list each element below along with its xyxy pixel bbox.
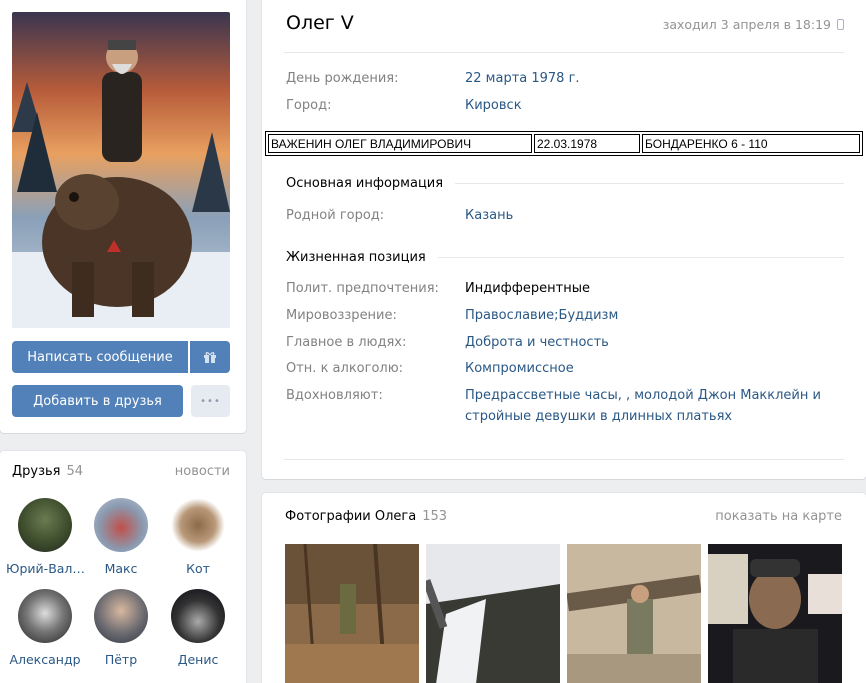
send-message-button[interactable]: Написать сообщение	[12, 341, 188, 373]
last-seen-text: заходил 3 апреля в 18:19	[662, 17, 831, 32]
friends-count: 54	[66, 464, 84, 479]
friend-name[interactable]: Пётр	[82, 652, 160, 667]
gift-icon	[204, 352, 216, 363]
photo-thumbnail[interactable]	[567, 544, 701, 683]
photos-title: Фотографии Олега	[285, 509, 417, 524]
info-label: Полит. предпочтения:	[286, 281, 439, 296]
profile-info-card: Олег V заходил 3 апреля в 18:19 День рож…	[262, 0, 866, 479]
photos-card: Фотографии Олега 153 показать на карте	[262, 493, 866, 683]
info-label: Отн. к алкоголю:	[286, 361, 404, 376]
friend-item[interactable]: Пётр	[82, 589, 160, 667]
gift-button[interactable]	[190, 341, 230, 373]
dossier-name-cell: ВАЖЕНИН ОЛЕГ ВЛАДИМИРОВИЧ	[268, 134, 532, 153]
last-seen-status: заходил 3 апреля в 18:19	[663, 17, 844, 32]
avatar-card: Написать сообщение Добавить в друзья •••	[0, 0, 246, 433]
info-value-link[interactable]: Православие;Буддизм	[465, 305, 618, 327]
friend-item[interactable]: Кот	[159, 498, 237, 576]
dossier-table: ВАЖЕНИН ОЛЕГ ВЛАДИМИРОВИЧ 22.03.1978 БОН…	[265, 131, 863, 156]
friend-item[interactable]: Юрий-Вал…	[6, 498, 84, 576]
info-value: Индифферентные	[465, 281, 590, 296]
info-value-link[interactable]: Компромиссное	[465, 358, 574, 380]
info-label: Город:	[286, 98, 332, 113]
friend-name[interactable]: Александр	[6, 652, 84, 667]
friend-item[interactable]: Денис	[159, 589, 237, 667]
section-title: Жизненная позиция	[286, 250, 426, 265]
divider	[284, 459, 844, 460]
dossier-address-cell: БОНДАРЕНКО 6 - 110	[642, 134, 860, 153]
add-friend-button[interactable]: Добавить в друзья	[12, 385, 183, 417]
friend-name[interactable]: Макс	[82, 561, 160, 576]
photo-thumbnail[interactable]	[426, 544, 560, 683]
photo-thumbnail[interactable]	[285, 544, 419, 683]
info-label: Мировоззрение:	[286, 308, 397, 323]
divider	[284, 52, 844, 53]
friend-name[interactable]: Денис	[159, 652, 237, 667]
avatar	[18, 498, 72, 552]
friend-name[interactable]: Кот	[159, 561, 237, 576]
friend-item[interactable]: Александр	[6, 589, 84, 667]
friends-news-link[interactable]: новости	[175, 464, 230, 479]
info-value-link[interactable]: Кировск	[465, 95, 522, 117]
page-title: Олег V	[286, 12, 354, 34]
info-value-link[interactable]: Доброта и честность	[465, 332, 609, 354]
profile-photo[interactable]	[12, 12, 230, 328]
info-value-link[interactable]: Казань	[465, 205, 513, 227]
photos-count: 153	[422, 509, 448, 524]
avatar	[18, 589, 72, 643]
mobile-phone-icon	[837, 19, 844, 30]
info-value-link[interactable]: Предрассветные часы, , молодой Джон Макк…	[465, 385, 821, 407]
info-value-link[interactable]: стройные девушки в длинных платьях	[465, 406, 732, 428]
photo-thumbnail[interactable]	[708, 544, 842, 683]
avatar	[171, 498, 225, 552]
info-label: Родной город:	[286, 208, 385, 223]
table-row: ВАЖЕНИН ОЛЕГ ВЛАДИМИРОВИЧ 22.03.1978 БОН…	[268, 134, 860, 153]
friend-item[interactable]: Макс	[82, 498, 160, 576]
section-header-basic[interactable]: Основная информация	[286, 176, 844, 191]
info-row-inspiration: Вдохновляют: Предрассветные часы, , моло…	[286, 385, 844, 435]
avatar	[171, 589, 225, 643]
friends-card: Друзья 54 новости Юрий-Вал… Макс Кот Алек…	[0, 451, 246, 683]
more-actions-button[interactable]: •••	[191, 385, 230, 417]
avatar	[94, 589, 148, 643]
show-on-map-link[interactable]: показать на карте	[715, 509, 842, 524]
section-title: Основная информация	[286, 176, 444, 191]
info-label: Главное в людях:	[286, 335, 407, 350]
info-value-link[interactable]: 22 марта 1978 г.	[465, 68, 580, 90]
avatar	[94, 498, 148, 552]
info-label: Вдохновляют:	[286, 388, 383, 403]
section-header-life[interactable]: Жизненная позиция	[286, 250, 844, 265]
info-label: День рождения:	[286, 71, 399, 86]
photos-header[interactable]: Фотографии Олега 153	[285, 509, 447, 524]
friends-title[interactable]: Друзья	[12, 464, 61, 479]
friends-header: Друзья 54 новости	[12, 464, 230, 479]
dossier-date-cell: 22.03.1978	[534, 134, 640, 153]
friend-name[interactable]: Юрий-Вал…	[6, 561, 84, 576]
